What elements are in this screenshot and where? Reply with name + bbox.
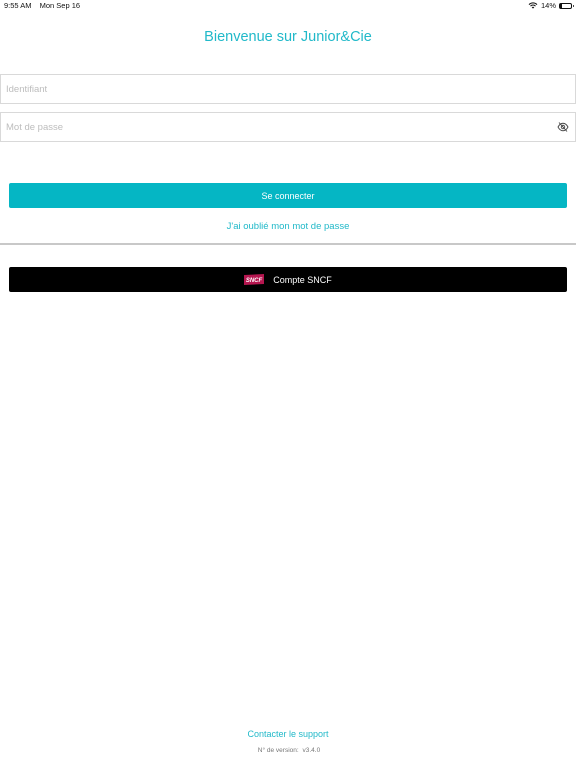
- status-time: 9:55 AM: [4, 1, 32, 10]
- battery-percent: 14%: [540, 1, 556, 10]
- sncf-logo-text: SNCF: [246, 278, 263, 284]
- password-input[interactable]: [1, 113, 575, 141]
- battery-level: [560, 3, 562, 8]
- eye-slash-icon[interactable]: [557, 121, 569, 133]
- contact-support-link[interactable]: Contacter le support: [0, 729, 576, 739]
- login-screen: 9:55 AM Mon Sep 16 14% Bienvenue sur Jun…: [0, 0, 576, 768]
- sncf-button-label: Compte SNCF: [273, 274, 332, 285]
- version-label: N° de version:: [257, 747, 299, 754]
- connect-button-label: Se connecter: [261, 190, 315, 201]
- connect-button[interactable]: Se connecter: [9, 183, 567, 208]
- page-title: Bienvenue sur Junior&Cie: [204, 29, 372, 45]
- version-info: N° de version: v3.4.0: [0, 747, 576, 754]
- forgot-password-link[interactable]: J'ai oublié mon mot de passe: [0, 221, 576, 232]
- status-date: Mon Sep 16: [39, 1, 81, 10]
- password-field[interactable]: [0, 112, 576, 142]
- battery-icon: [559, 2, 574, 9]
- status-left: 9:55 AM Mon Sep 16: [4, 1, 86, 10]
- version-value: v3.4.0: [302, 747, 321, 754]
- sncf-login-button[interactable]: SNCF Compte SNCF: [9, 267, 567, 292]
- status-bar: 9:55 AM Mon Sep 16 14%: [0, 0, 576, 12]
- wifi-icon: [528, 2, 538, 9]
- login-field[interactable]: [0, 74, 576, 104]
- divider: [0, 243, 576, 245]
- login-input[interactable]: [1, 75, 575, 103]
- status-right: 14%: [528, 1, 574, 10]
- sncf-logo-icon: SNCF: [244, 274, 265, 285]
